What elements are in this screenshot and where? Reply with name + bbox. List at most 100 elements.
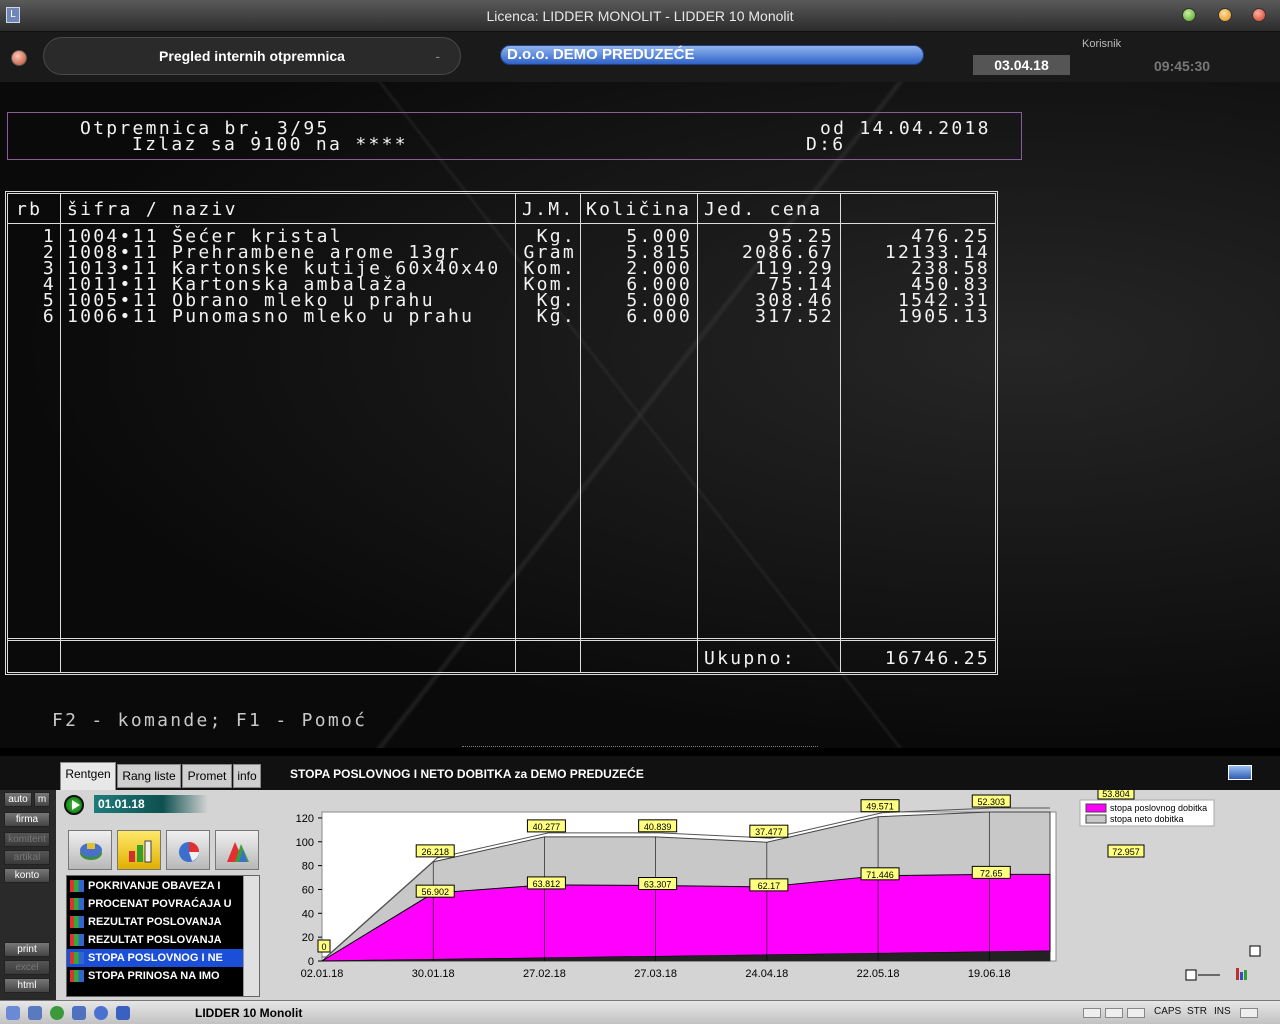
data-label-neto: 52.303 [971, 794, 1011, 808]
x-tick-label: 22.05.18 [857, 968, 900, 980]
y-tick-label: 80 [302, 861, 314, 873]
data-label-poslovnog: 63.812 [526, 876, 566, 890]
home-icon[interactable] [6, 1006, 20, 1020]
data-label-text: 72.65 [980, 868, 1003, 878]
pie-chart-icon [179, 842, 199, 862]
legend-swatch [1085, 803, 1107, 813]
report-item[interactable]: STOPA POSLOVNOG I NE [67, 949, 243, 967]
module-title-text: Pregled internih otpremnica [159, 48, 345, 64]
document-header: Otpremnica br. 3/95 Izlaz sa 9100 na ***… [7, 112, 1022, 160]
data-label-poslovnog: 72.65 [971, 865, 1011, 879]
data-label-text: 26.218 [421, 847, 449, 857]
bar-report-button[interactable] [117, 830, 161, 870]
module-dash: - [435, 48, 440, 64]
data-label-text: 63.307 [644, 880, 672, 890]
check-icon[interactable] [94, 1006, 108, 1020]
print-button[interactable]: print [4, 942, 50, 957]
x-tick-label: 30.01.18 [412, 968, 455, 980]
chart-title: STOPA POSLOVNOG I NETO DOBITKA za DEMO P… [290, 767, 644, 781]
konto-button[interactable]: konto [4, 868, 50, 883]
document-date: od 14.04.2018 [820, 118, 991, 139]
col-header-jm: J.M. [522, 199, 575, 220]
total-value: 16746.25 [884, 648, 990, 669]
excel-button[interactable]: excel [4, 960, 50, 975]
area-report-button[interactable] [215, 830, 259, 870]
report-item-label: POKRIVANJE OBAVEZA I [88, 880, 221, 892]
report-item[interactable]: STOPA PRINOSA NA IMO [67, 967, 243, 985]
html-button[interactable]: html [4, 978, 50, 993]
bar-chart-icon [129, 840, 152, 863]
report-chart-icon [70, 934, 84, 946]
data-label-text: 56.902 [421, 887, 449, 897]
status-indicator-3 [1127, 1008, 1145, 1018]
report-item[interactable]: REZULTAT POSLOVANJA [67, 913, 243, 931]
data-label-poslovnog: 63.307 [638, 877, 678, 891]
x-tick-label: 19.06.18 [968, 968, 1011, 980]
col-header-cena: Jed. cena [704, 199, 823, 220]
maximize-button[interactable] [1218, 8, 1232, 22]
user-icon[interactable] [72, 1006, 86, 1020]
col-header-kolicina: Količina [586, 199, 692, 220]
window-title: Licenca: LIDDER MONOLIT - LIDDER 10 Mono… [486, 8, 794, 24]
data-label-neto: 40.277 [526, 819, 566, 833]
komitent-button[interactable]: komitent [4, 832, 50, 847]
report-item[interactable]: POKRIVANJE OBAVEZA I [67, 877, 243, 895]
data-label-text: 37.477 [755, 827, 783, 837]
status-text: LIDDER 10 Monolit [195, 1006, 303, 1020]
app-header: Pregled internih otpremnica - D.o.o. DEM… [0, 32, 1280, 82]
data-label-poslovnog: 0 [317, 939, 331, 953]
report-item-label: STOPA PRINOSA NA IMO [88, 970, 220, 982]
legend-value-label: 53.804 [1097, 790, 1135, 800]
status-indicator-1 [1083, 1008, 1101, 1018]
y-tick-label: 0 [308, 956, 314, 968]
minimize-button[interactable] [1182, 8, 1196, 22]
tab-promet[interactable]: Promet [182, 764, 232, 788]
report-list: POKRIVANJE OBAVEZA I PROCENAT POVRAĆAJA U… [66, 875, 260, 997]
auto-button[interactable]: auto [4, 792, 32, 807]
close-button[interactable] [1252, 8, 1266, 22]
row-rb: 6 [42, 306, 56, 327]
window-icon[interactable] [28, 1006, 42, 1020]
profit-chart: 0 20 40 60 80 100 120 02.01.18 30.01.18 27.02.18 2… [296, 790, 1261, 981]
str-indicator: STR [1187, 1006, 1207, 1017]
report-list-scrollbar[interactable] [243, 876, 259, 996]
tab-rang-liste[interactable]: Rang liste [117, 764, 181, 788]
current-date: 03.04.18 [973, 55, 1070, 75]
data-label-neto: 37.477 [749, 824, 789, 838]
report-item[interactable]: PROCENAT POVRAĆAJA U [67, 895, 243, 913]
report-item-label: STOPA POSLOVNOG I NE [88, 952, 223, 964]
report-chart-icon [70, 916, 84, 928]
row-qty: 6.000 [626, 306, 692, 327]
play-icon[interactable] [64, 795, 84, 815]
row-total: 1905.13 [898, 306, 990, 327]
legend-value-text: 72.957 [1112, 847, 1140, 857]
module-title[interactable]: Pregled internih otpremnica - [43, 37, 461, 75]
period-start[interactable]: 01.01.18 [94, 795, 208, 813]
firma-button[interactable]: firma [4, 812, 50, 827]
report-item[interactable]: REZULTAT POSLOVANJA [67, 931, 243, 949]
globe-icon[interactable] [50, 1006, 64, 1020]
m-button[interactable]: m [34, 792, 50, 807]
tab-rentgen[interactable]: Rentgen [60, 762, 116, 790]
data-label-poslovnog: 62.17 [749, 878, 789, 892]
panel-splitter[interactable] [462, 746, 818, 748]
report-item-label: REZULTAT POSLOVANJA [88, 934, 222, 946]
chart-mini-bar-icon [1244, 970, 1247, 980]
finance-report-button[interactable] [68, 830, 112, 870]
y-tick-label: 100 [296, 837, 314, 849]
y-tick-label: 60 [302, 884, 314, 896]
exit-icon[interactable] [11, 50, 27, 66]
area-chart-icon [227, 842, 249, 862]
artikal-button[interactable]: artikal [4, 850, 50, 865]
tab-info[interactable]: info [233, 764, 261, 788]
report-chart-icon [70, 970, 84, 982]
pie-report-button[interactable] [166, 830, 210, 870]
data-label-text: 52.303 [978, 797, 1006, 807]
chart-toggle-icon[interactable] [1228, 765, 1252, 780]
data-label-text: 71.446 [866, 870, 894, 880]
data-label-neto: 49.571 [860, 799, 900, 813]
data-label-neto: 40.839 [638, 819, 678, 833]
x-tick-label: 27.03.18 [634, 968, 677, 980]
settings-icon[interactable] [116, 1006, 130, 1020]
app-window: L Licenca: LIDDER MONOLIT - LIDDER 10 Mo… [0, 0, 1280, 1024]
